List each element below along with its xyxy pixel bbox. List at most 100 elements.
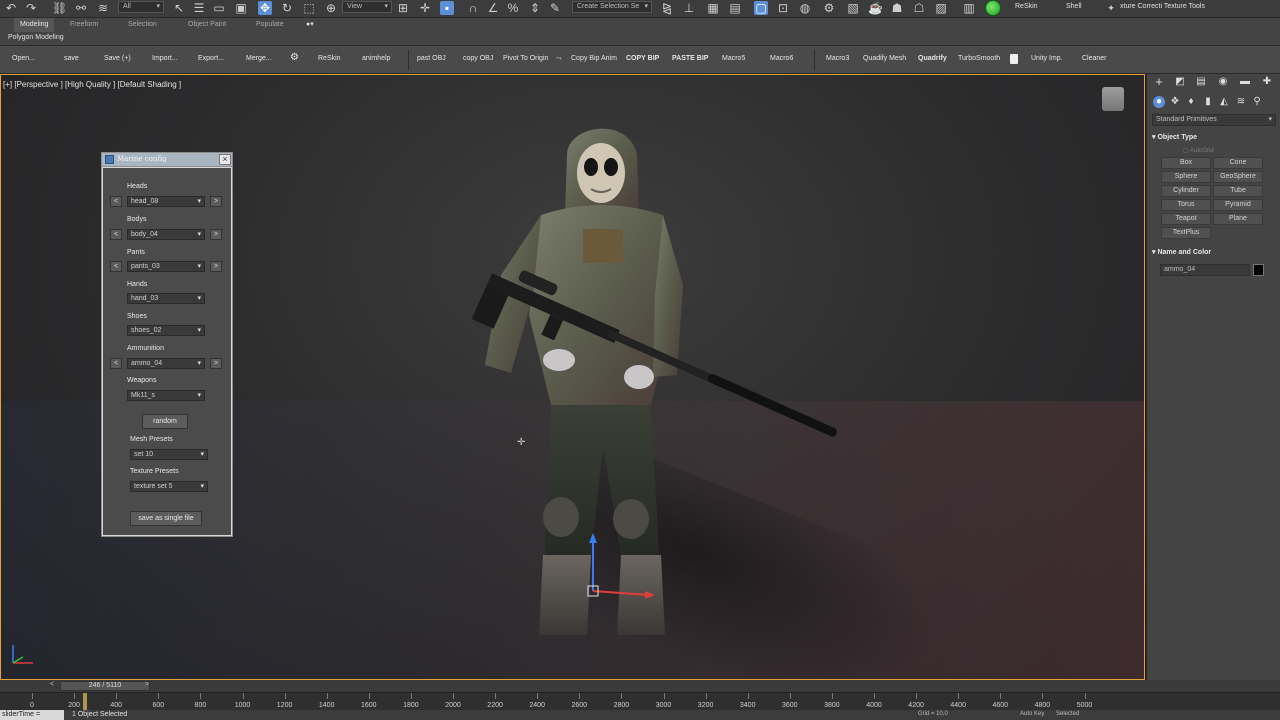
tab-object-paint[interactable]: Object Paint: [182, 18, 232, 32]
save-as-single-file-button[interactable]: save as single file: [130, 511, 202, 526]
paste-bip-button[interactable]: PASTE BIP: [672, 55, 708, 62]
bodys-dropdown[interactable]: body_04: [127, 229, 205, 240]
past-obj-button[interactable]: past OBJ: [417, 55, 446, 62]
copy-bip-anim-button[interactable]: Copy Bip Anim: [571, 55, 617, 62]
bodys-next-button[interactable]: >: [210, 229, 222, 240]
track-bar[interactable]: 0 200 400 600 800 1000 1200 1400 1600 1800 2000 220…: [0, 692, 1280, 711]
marine-config-dialog[interactable]: Marine config × Heads < head_08 > Bodys …: [101, 152, 233, 537]
spinner-snap-icon[interactable]: ⇕: [528, 1, 542, 15]
box-button[interactable]: Box: [1161, 157, 1211, 169]
sphere-button[interactable]: Sphere: [1161, 171, 1211, 183]
tab-modeling[interactable]: Modeling: [14, 18, 55, 32]
undo-icon[interactable]: ↶: [4, 1, 18, 15]
previous-frame-arrow[interactable]: <: [50, 681, 54, 688]
curve-editor-icon[interactable]: ▢: [754, 1, 768, 15]
select-object-icon[interactable]: ↖: [172, 1, 186, 15]
align-icon[interactable]: ⊥: [682, 1, 696, 15]
geosphere-button[interactable]: GeoSphere: [1213, 171, 1263, 183]
helpers-icon[interactable]: ◭: [1218, 96, 1230, 108]
toggle-ribbon-icon[interactable]: ▤: [728, 1, 742, 15]
dialog-titlebar[interactable]: Marine config ×: [102, 153, 232, 167]
ammunition-next-button[interactable]: >: [210, 358, 222, 369]
macro3-button[interactable]: Macro3: [826, 55, 849, 62]
mirror-icon[interactable]: ⧎: [660, 1, 674, 15]
open-button[interactable]: Open...: [12, 55, 35, 62]
tab-selection[interactable]: Selection: [122, 18, 163, 32]
key-filter-select[interactable]: Selected: [1056, 711, 1079, 717]
snaps-toggle-icon[interactable]: ∩: [466, 1, 480, 15]
keyboard-shortcut-override-icon[interactable]: ▪: [440, 1, 454, 15]
motion-tab-icon[interactable]: ◉: [1217, 76, 1229, 88]
quadrify-button[interactable]: Quadrify: [918, 55, 947, 62]
quadify-mesh-button[interactable]: Quadify Mesh: [863, 55, 906, 62]
scale-icon[interactable]: ⬚: [302, 1, 316, 15]
transform-gizmo[interactable]: [587, 533, 657, 603]
unity-imp-button[interactable]: Unity Imp.: [1031, 55, 1063, 62]
close-icon[interactable]: ×: [219, 154, 231, 165]
reskin-button[interactable]: ReSkin: [318, 55, 341, 62]
edit-named-selection-icon[interactable]: ✎: [548, 1, 562, 15]
playhead-marker[interactable]: [83, 693, 87, 711]
cone-button[interactable]: Cone: [1213, 157, 1263, 169]
torus-button[interactable]: Torus: [1161, 199, 1211, 211]
viewcube-icon[interactable]: [1102, 87, 1124, 111]
bind-spacewarp-icon[interactable]: ≋: [96, 1, 110, 15]
object-name-field[interactable]: ammo_04: [1160, 264, 1250, 276]
material-editor-icon[interactable]: ◍: [798, 1, 812, 15]
ammunition-dropdown[interactable]: ammo_04: [127, 358, 205, 369]
render-iterative-icon[interactable]: ☗: [890, 1, 904, 15]
plane-button[interactable]: Plane: [1213, 213, 1263, 225]
place-icon[interactable]: ⊕: [324, 1, 338, 15]
macro6-button[interactable]: Macro6: [770, 55, 793, 62]
render-activeshade-icon[interactable]: ☖: [912, 1, 926, 15]
ribbon-options-icon[interactable]: ●▾: [300, 18, 320, 32]
geometry-icon[interactable]: ●: [1153, 96, 1165, 108]
render-setup-icon[interactable]: ⚙: [822, 1, 836, 15]
cleaner-button[interactable]: Cleaner: [1082, 55, 1107, 62]
object-type-rollout[interactable]: ▾ Object Type: [1152, 133, 1276, 141]
ammunition-prev-button[interactable]: <: [110, 358, 122, 369]
systems-icon[interactable]: ⚲: [1251, 96, 1263, 108]
export-button[interactable]: Export...: [198, 55, 224, 62]
move-icon[interactable]: ✥: [258, 1, 272, 15]
named-selection-sets-select[interactable]: Create Selection Se: [572, 1, 652, 13]
save-plus-button[interactable]: Save (+): [104, 55, 131, 62]
turbosmooth-button[interactable]: TurboSmooth: [958, 55, 1000, 62]
heads-next-button[interactable]: >: [210, 196, 222, 207]
reskin-toolbar-button[interactable]: ReSkin: [1015, 3, 1038, 10]
tube-button[interactable]: Tube: [1213, 185, 1263, 197]
hands-dropdown[interactable]: hand_03: [127, 293, 205, 304]
render-production-icon[interactable]: ☕: [868, 1, 883, 15]
merge-button[interactable]: Merge...: [246, 55, 272, 62]
geometry-category-dropdown[interactable]: Standard Primitives: [1152, 114, 1276, 126]
maxscript-listener-input[interactable]: sliderTime =: [0, 710, 64, 720]
hierarchy-tab-icon[interactable]: ▤: [1195, 76, 1207, 88]
space-warps-icon[interactable]: ≋: [1235, 96, 1247, 108]
reference-coordinate-select[interactable]: View: [342, 1, 392, 13]
window-crossing-icon[interactable]: ▣: [234, 1, 248, 15]
textplus-button[interactable]: TextPlus: [1161, 227, 1211, 239]
shell-toolbar-button[interactable]: Shell: [1066, 3, 1082, 10]
texture-presets-dropdown[interactable]: texture set 5: [130, 481, 208, 492]
heads-dropdown[interactable]: head_08: [127, 196, 205, 207]
macro5-button[interactable]: Macro5: [722, 55, 745, 62]
time-slider[interactable]: 246 / 5110: [60, 681, 150, 691]
tab-freeform[interactable]: Freeform: [64, 18, 104, 32]
document-icon[interactable]: [1010, 54, 1018, 64]
shoes-dropdown[interactable]: shoes_02: [127, 325, 205, 336]
copy-obj-button[interactable]: copy OBJ: [463, 55, 493, 62]
name-and-color-rollout[interactable]: ▾ Name and Color: [1152, 248, 1276, 256]
cameras-icon[interactable]: ▮: [1202, 96, 1214, 108]
create-tab-icon[interactable]: +: [1153, 75, 1165, 88]
object-color-swatch[interactable]: [1253, 264, 1264, 276]
next-frame-arrow[interactable]: >: [145, 681, 149, 688]
link-icon[interactable]: ⛓: [52, 1, 67, 15]
render-to-texture-icon[interactable]: ▥: [962, 1, 976, 15]
select-manipulate-icon[interactable]: ✛: [418, 1, 432, 15]
teapot-button[interactable]: Teapot: [1161, 213, 1211, 225]
import-button[interactable]: Import...: [152, 55, 178, 62]
mesh-presets-dropdown[interactable]: set 10: [130, 449, 208, 460]
status-green-icon[interactable]: [985, 0, 1001, 16]
schematic-view-icon[interactable]: ⊡: [776, 1, 790, 15]
lights-icon[interactable]: ♦: [1185, 96, 1197, 108]
